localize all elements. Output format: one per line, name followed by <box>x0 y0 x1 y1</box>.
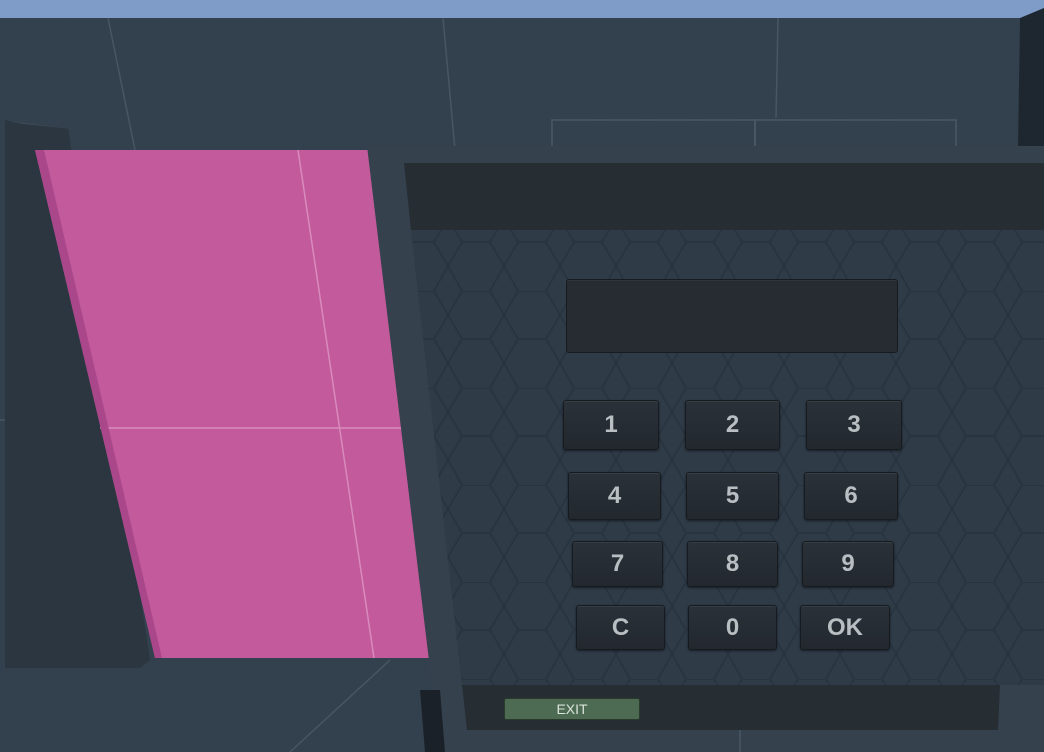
key-7[interactable]: 7 <box>572 541 663 587</box>
key-2[interactable]: 2 <box>685 400 780 450</box>
key-8[interactable]: 8 <box>687 541 778 587</box>
key-9[interactable]: 9 <box>802 541 894 587</box>
key-3[interactable]: 3 <box>806 400 902 450</box>
key-0[interactable]: 0 <box>688 605 777 650</box>
right-pillar <box>1018 8 1044 150</box>
exit-button[interactable]: EXIT <box>504 698 640 720</box>
sky-strip <box>0 0 1044 18</box>
key-clear[interactable]: C <box>576 605 665 650</box>
keypad-display <box>566 279 898 353</box>
key-5[interactable]: 5 <box>686 472 779 520</box>
key-6[interactable]: 6 <box>804 472 898 520</box>
key-1[interactable]: 1 <box>563 400 659 450</box>
key-4[interactable]: 4 <box>568 472 661 520</box>
key-ok[interactable]: OK <box>800 605 890 650</box>
terminal-top-bar <box>404 163 1044 230</box>
